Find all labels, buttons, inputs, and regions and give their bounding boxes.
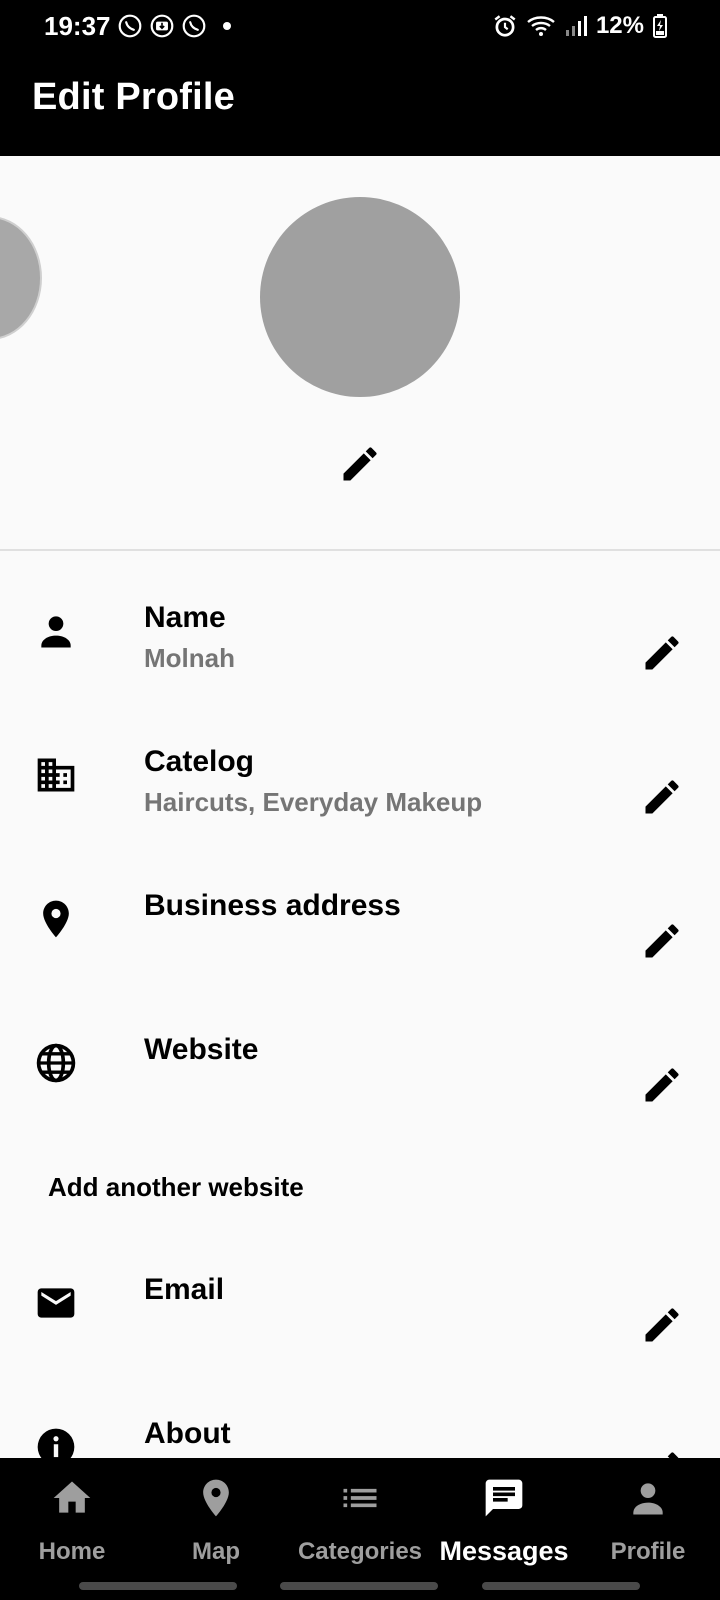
field-label: Email <box>144 1273 225 1306</box>
mail-icon <box>37 1288 75 1318</box>
profile-avatar[interactable] <box>260 197 460 397</box>
nav-categories[interactable]: Categories <box>288 1458 432 1578</box>
wifi-icon <box>527 16 555 36</box>
gesture-bar <box>482 1582 640 1590</box>
nav-map[interactable]: Map <box>144 1458 288 1578</box>
status-left: 19:37 <box>44 10 235 42</box>
field-value: Haircuts, Everyday Makeup <box>144 787 483 817</box>
battery-charging-icon <box>653 14 667 38</box>
edit-address-pencil-icon[interactable] <box>640 919 684 963</box>
app-bar: Edit Profile <box>0 52 720 156</box>
page-title: Edit Profile <box>32 76 235 118</box>
nav-label: Categories <box>297 1538 423 1565</box>
profile-icon <box>633 1483 663 1515</box>
field-row-website[interactable]: Website <box>0 1033 720 1143</box>
nav-messages[interactable]: Messages <box>432 1458 576 1578</box>
alarm-icon <box>494 15 516 37</box>
status-time: 19:37 <box>44 10 111 41</box>
field-label: Name <box>144 601 226 634</box>
building-icon <box>37 758 75 792</box>
map-pin-icon <box>203 1479 229 1517</box>
status-bar: 19:37 12% <box>0 0 720 52</box>
list-icon <box>343 1488 377 1508</box>
field-label: Business address <box>144 889 401 922</box>
nav-label: Map <box>192 1538 240 1565</box>
nav-label: Home <box>38 1538 106 1565</box>
nav-home[interactable]: Home <box>0 1458 144 1578</box>
edit-email-pencil-icon[interactable] <box>640 1303 684 1347</box>
gesture-bar <box>280 1582 438 1590</box>
gesture-bar <box>79 1582 237 1590</box>
nav-label: Profile <box>610 1538 686 1565</box>
chat-icon <box>485 1479 523 1517</box>
field-row-catalog[interactable]: Catelog Haircuts, Everyday Makeup <box>0 745 720 855</box>
status-right: 12% <box>492 10 668 42</box>
field-row-name[interactable]: Name Molnah <box>0 601 720 711</box>
field-value: Molnah <box>144 643 235 673</box>
person-icon <box>41 616 71 648</box>
download-notification-icon <box>150 14 173 38</box>
field-row-address[interactable]: Business address <box>0 889 720 999</box>
notification-dot-icon <box>222 22 231 30</box>
secondary-avatar[interactable] <box>0 216 42 340</box>
home-icon <box>53 1481 91 1513</box>
field-row-about[interactable]: About <box>0 1417 720 1459</box>
edit-name-pencil-icon[interactable] <box>640 631 684 675</box>
whatsapp-icon <box>118 14 141 38</box>
globe-icon <box>36 1043 76 1083</box>
battery-percent: 12% <box>595 12 644 39</box>
field-label: Website <box>144 1033 259 1066</box>
location-pin-icon <box>43 900 69 938</box>
edit-avatar-pencil-icon[interactable] <box>338 442 382 486</box>
edit-website-pencil-icon[interactable] <box>640 1063 684 1107</box>
field-label: Catelog <box>144 745 255 778</box>
field-row-email[interactable]: Email <box>0 1273 720 1383</box>
profile-fields: Name Molnah Catelog Haircuts, Everyday M… <box>0 551 720 1459</box>
profile-header <box>0 156 720 551</box>
nav-profile[interactable]: Profile <box>576 1458 720 1578</box>
whatsapp-icon <box>182 14 205 38</box>
nav-label: Messages <box>439 1536 569 1566</box>
signal-icon <box>565 16 587 36</box>
edit-catalog-pencil-icon[interactable] <box>640 775 684 819</box>
add-website-link[interactable]: Add another website <box>48 1172 304 1203</box>
field-label: About <box>144 1417 231 1450</box>
bottom-navigation: Home Map Categories Messages Profile <box>0 1458 720 1600</box>
info-icon <box>37 1428 75 1459</box>
